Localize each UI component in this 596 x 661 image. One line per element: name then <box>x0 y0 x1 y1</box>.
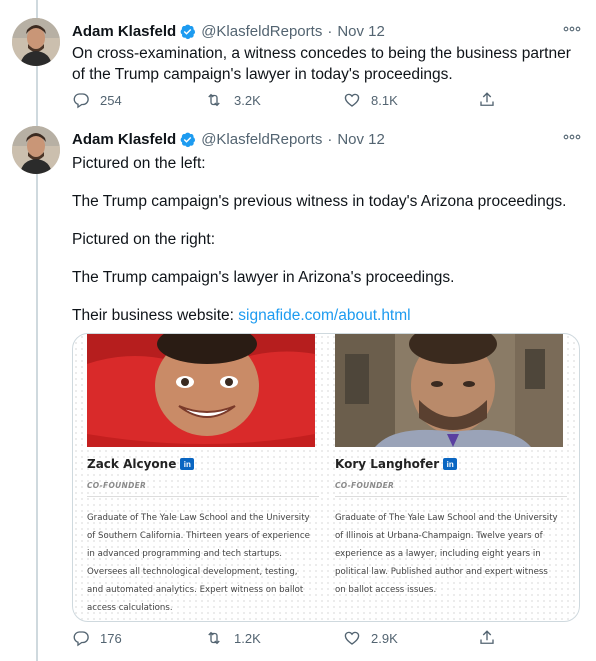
reply-button[interactable]: 254 <box>72 91 122 109</box>
media-card[interactable]: Zack Alcyone in CO-FOUNDER Graduate of T… <box>72 333 580 622</box>
reply-count: 176 <box>100 630 122 646</box>
retweet-button[interactable]: 3.2K <box>204 91 261 109</box>
tweet[interactable]: Adam Klasfeld @KlasfeldReports · Nov 12 … <box>0 10 596 122</box>
verified-badge-icon <box>179 131 196 148</box>
person-name-text: Kory Langhofer <box>335 457 440 471</box>
bio-line: and automated analytics. Expert witness … <box>87 585 304 595</box>
tweet-date[interactable]: Nov 12 <box>337 131 385 148</box>
share-icon <box>480 630 494 644</box>
person-role: CO-FOUNDER <box>87 481 147 490</box>
reply-icon <box>73 631 89 647</box>
bio-line: of Illinois at Urbana-Champaign. Twelve … <box>335 531 543 541</box>
separator-dot: · <box>327 22 333 40</box>
photo-left <box>87 334 315 447</box>
like-button[interactable]: 2.9K <box>343 629 398 647</box>
heart-icon <box>344 93 360 107</box>
retweet-count: 3.2K <box>234 92 261 108</box>
divider <box>87 496 319 497</box>
website-prefix: Their business website: <box>72 307 239 324</box>
divider <box>335 496 567 497</box>
more-options-icon[interactable] <box>562 19 582 39</box>
retweet-icon <box>208 93 220 107</box>
share-button[interactable] <box>478 629 496 647</box>
bio-line: on ballot access issues. <box>335 585 437 595</box>
tweet-header: Adam Klasfeld @KlasfeldReports · Nov 12 <box>72 128 385 150</box>
linkedin-icon: in <box>180 458 195 470</box>
author-handle[interactable]: @KlasfeldReports <box>201 23 322 40</box>
tweet-actions: 176 1.2K 2.9K <box>72 627 502 649</box>
website-link[interactable]: signafide.com/about.html <box>238 307 410 324</box>
linkedin-icon: in <box>443 458 458 470</box>
avatar[interactable] <box>12 18 60 66</box>
tweet-text-line: On cross-examination, a witness concedes… <box>72 45 571 62</box>
tweet-paragraph: Pictured on the right: <box>72 231 216 248</box>
tweet-text: On cross-examination, a witness concedes… <box>72 43 582 85</box>
author-name[interactable]: Adam Klasfeld <box>72 23 176 40</box>
bio-line: political law. Published author and expe… <box>335 567 548 577</box>
avatar[interactable] <box>12 126 60 174</box>
like-button[interactable]: 8.1K <box>343 91 398 109</box>
photo-right <box>335 334 563 447</box>
tweet[interactable]: Adam Klasfeld @KlasfeldReports · Nov 12 … <box>0 118 596 661</box>
bio-line: in advanced programming and tech startup… <box>87 549 282 559</box>
tweet-paragraph: The Trump campaign's lawyer in Arizona's… <box>72 269 455 286</box>
tweet-date[interactable]: Nov 12 <box>337 23 385 40</box>
bio-line: Oversees all technological development, … <box>87 567 298 577</box>
share-button[interactable] <box>478 91 496 109</box>
author-name[interactable]: Adam Klasfeld <box>72 131 176 148</box>
tweet-text: Pictured on the left: The Trump campaign… <box>72 153 582 326</box>
separator-dot: · <box>327 130 333 148</box>
like-count: 2.9K <box>371 630 398 646</box>
reply-count: 254 <box>100 92 122 108</box>
heart-icon <box>344 631 360 645</box>
reply-button[interactable]: 176 <box>72 629 122 647</box>
tweet-text-line: of the Trump campaign's lawyer in today'… <box>72 66 453 83</box>
bio-line: of Southern California. Thirteen years o… <box>87 531 310 541</box>
person-name: Kory Langhofer in <box>335 457 458 471</box>
reply-icon <box>73 93 89 109</box>
tweet-paragraph: The Trump campaign's previous witness in… <box>72 193 567 210</box>
bio-line: access calculations. <box>87 603 173 613</box>
like-count: 8.1K <box>371 92 398 108</box>
bio-line: experience as a lawyer, including eight … <box>335 549 541 559</box>
tweet-actions: 254 3.2K 8.1K <box>72 89 502 111</box>
author-handle[interactable]: @KlasfeldReports <box>201 131 322 148</box>
bio-line: Graduate of The Yale Law School and the … <box>87 513 310 523</box>
person-name: Zack Alcyone in <box>87 457 195 471</box>
bio-line: Graduate of The Yale Law School and the … <box>335 513 558 523</box>
person-role: CO-FOUNDER <box>335 481 395 490</box>
share-icon <box>480 92 494 106</box>
verified-badge-icon <box>179 23 196 40</box>
media-image: Zack Alcyone in CO-FOUNDER Graduate of T… <box>73 334 579 621</box>
website-line: Their business website: signafide.com/ab… <box>72 305 582 326</box>
retweet-count: 1.2K <box>234 630 261 646</box>
retweet-icon <box>208 631 220 645</box>
person-bio: Graduate of The Yale Law School and the … <box>87 509 327 617</box>
tweet-paragraph: Pictured on the left: <box>72 155 206 172</box>
person-name-text: Zack Alcyone <box>87 457 177 471</box>
tweet-header: Adam Klasfeld @KlasfeldReports · Nov 12 <box>72 20 385 42</box>
retweet-button[interactable]: 1.2K <box>204 629 261 647</box>
person-bio: Graduate of The Yale Law School and the … <box>335 509 575 599</box>
more-options-icon[interactable] <box>562 127 582 147</box>
